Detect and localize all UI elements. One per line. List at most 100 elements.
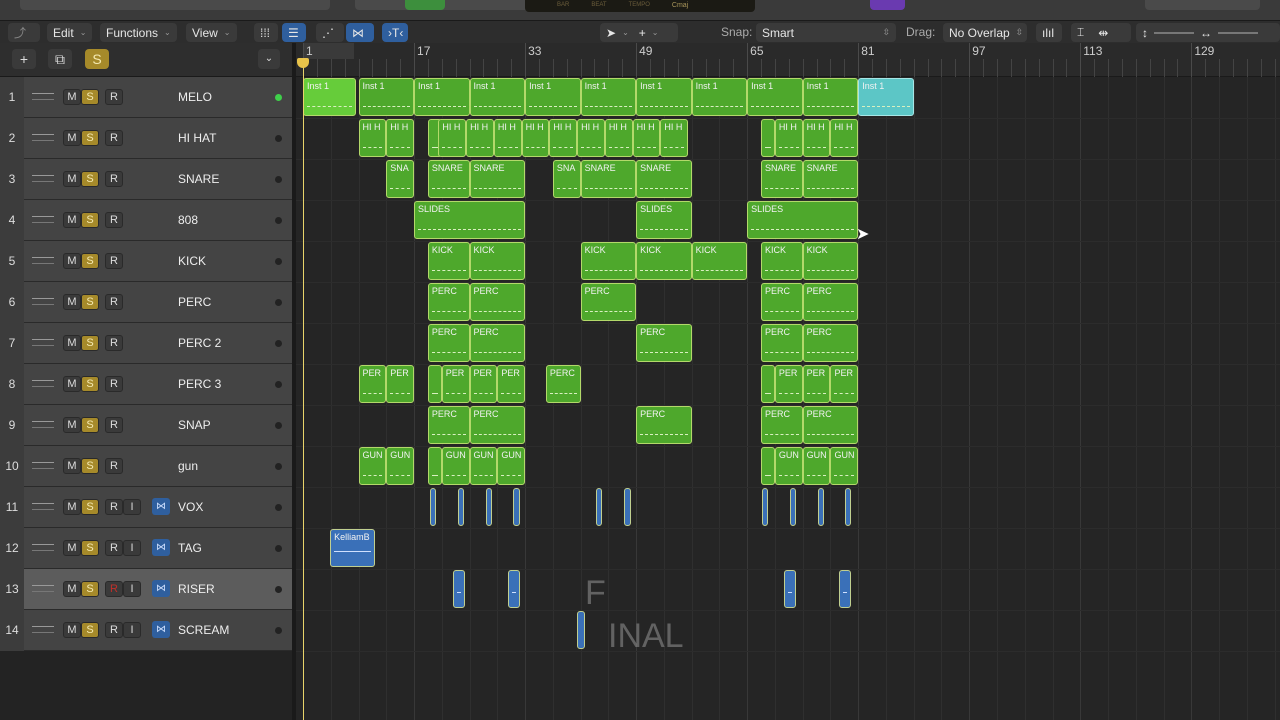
mute-button[interactable]: M: [63, 581, 81, 597]
region[interactable]: PERC: [636, 324, 692, 362]
record-enable-button[interactable]: R: [105, 458, 123, 474]
region[interactable]: [761, 119, 775, 157]
track-header[interactable]: 2 M S R HI HAT: [0, 118, 292, 159]
region[interactable]: HI H: [577, 119, 605, 157]
edit-menu[interactable]: Edit ⌄: [47, 23, 93, 42]
track-name[interactable]: RISER: [178, 582, 215, 596]
region[interactable]: SLIDES: [414, 201, 526, 239]
track-name[interactable]: HI HAT: [178, 131, 216, 145]
region[interactable]: [838, 570, 852, 608]
track-header[interactable]: 14 M S R I ⋈ SCREAM: [0, 610, 292, 651]
track-header[interactable]: 7 M S R PERC 2: [0, 323, 292, 364]
track-name[interactable]: VOX: [178, 500, 203, 514]
region[interactable]: [761, 488, 768, 526]
record-enable-button[interactable]: R: [105, 499, 123, 515]
track-header[interactable]: 1 M S R MELO: [0, 77, 292, 118]
region[interactable]: Inst 1: [858, 78, 914, 116]
zoom-sliders[interactable]: ↕ ↔: [1136, 23, 1280, 42]
record-enable-button[interactable]: R: [105, 540, 123, 556]
input-monitor-button[interactable]: I: [123, 540, 141, 556]
region[interactable]: Inst 1: [358, 78, 415, 116]
region[interactable]: [761, 447, 775, 485]
region[interactable]: PERC: [427, 406, 470, 444]
region[interactable]: PERC: [427, 324, 470, 362]
list-view-button[interactable]: ☰: [282, 23, 306, 42]
automation-button[interactable]: ⋰: [316, 23, 344, 42]
region[interactable]: KICK: [469, 242, 526, 280]
region[interactable]: PER: [469, 365, 498, 403]
record-enable-button[interactable]: R: [105, 335, 123, 351]
region[interactable]: Inst 1: [691, 78, 748, 116]
region[interactable]: SLIDES: [747, 201, 859, 239]
region[interactable]: PER: [774, 365, 803, 403]
grid-view-button[interactable]: ⁞⁞⁞: [254, 23, 278, 42]
region[interactable]: KICK: [580, 242, 637, 280]
record-enable-button[interactable]: R: [105, 171, 123, 187]
region[interactable]: KICK: [761, 242, 803, 280]
input-monitor-button[interactable]: I: [123, 499, 141, 515]
region[interactable]: PERC: [802, 324, 859, 362]
region[interactable]: [624, 488, 631, 526]
control-bar-buttons[interactable]: [20, 0, 330, 10]
region[interactable]: PER: [830, 365, 859, 403]
region[interactable]: GUN: [774, 447, 803, 485]
solo-button[interactable]: S: [81, 335, 99, 351]
region[interactable]: GUN: [358, 447, 387, 485]
region[interactable]: SNARE: [802, 160, 859, 198]
region[interactable]: Inst 1: [636, 78, 692, 116]
snap-select[interactable]: Smart ⇳: [756, 23, 896, 42]
region[interactable]: [452, 570, 466, 608]
drag-select[interactable]: No Overlap ⇳: [943, 23, 1027, 42]
region[interactable]: GUN: [469, 447, 498, 485]
region[interactable]: HI H: [632, 119, 661, 157]
region[interactable]: PERC: [802, 406, 859, 444]
mute-button[interactable]: M: [63, 335, 81, 351]
region[interactable]: GUN: [386, 447, 415, 485]
region[interactable]: PERC: [469, 406, 526, 444]
region[interactable]: SNA: [386, 160, 415, 198]
region[interactable]: HI H: [604, 119, 633, 157]
region[interactable]: HI H: [802, 119, 831, 157]
region[interactable]: PERC: [469, 324, 526, 362]
view-menu[interactable]: View ⌄: [186, 23, 237, 42]
region[interactable]: Inst 1: [580, 78, 637, 116]
region[interactable]: SNARE: [427, 160, 470, 198]
bar-ruler[interactable]: 1 17 33 49 65 81 97 113 129: [296, 43, 1280, 77]
global-solo-button[interactable]: S: [85, 49, 109, 69]
play-indicator[interactable]: [405, 0, 445, 10]
region[interactable]: [427, 365, 442, 403]
solo-button[interactable]: S: [81, 212, 99, 228]
region[interactable]: Inst 1: [414, 78, 470, 116]
region[interactable]: PER: [386, 365, 415, 403]
duplicate-track-button[interactable]: ⧉: [48, 49, 72, 69]
track-name[interactable]: PERC: [178, 295, 211, 309]
region[interactable]: GUN: [441, 447, 470, 485]
region[interactable]: GUN: [802, 447, 831, 485]
solo-button[interactable]: S: [81, 89, 99, 105]
mute-button[interactable]: M: [63, 130, 81, 146]
track-header[interactable]: 4 M S R 808: [0, 200, 292, 241]
catch-button[interactable]: ›T‹: [382, 23, 408, 42]
region[interactable]: HI H: [386, 119, 415, 157]
region[interactable]: PERC: [802, 283, 859, 321]
region[interactable]: HI H: [358, 119, 387, 157]
track-name[interactable]: SNAP: [178, 418, 211, 432]
control-bar-buttons[interactable]: [1145, 0, 1260, 10]
mute-button[interactable]: M: [63, 376, 81, 392]
region[interactable]: [513, 488, 520, 526]
region[interactable]: Inst 1: [747, 78, 803, 116]
zoom-to-fit-buttons[interactable]: ⌶ ⇹: [1071, 23, 1131, 42]
solo-button[interactable]: S: [81, 622, 99, 638]
record-enable-button[interactable]: R: [105, 294, 123, 310]
region[interactable]: KICK: [636, 242, 692, 280]
playhead[interactable]: [303, 58, 304, 720]
region[interactable]: PERC: [636, 406, 692, 444]
region[interactable]: [761, 365, 775, 403]
solo-button[interactable]: S: [81, 540, 99, 556]
mute-button[interactable]: M: [63, 458, 81, 474]
track-header[interactable]: 13 M S R I ⋈ RISER: [0, 569, 292, 610]
region[interactable]: Inst 1: [469, 78, 526, 116]
record-enable-button[interactable]: R: [105, 376, 123, 392]
region[interactable]: PER: [497, 365, 526, 403]
region[interactable]: KICK: [691, 242, 748, 280]
